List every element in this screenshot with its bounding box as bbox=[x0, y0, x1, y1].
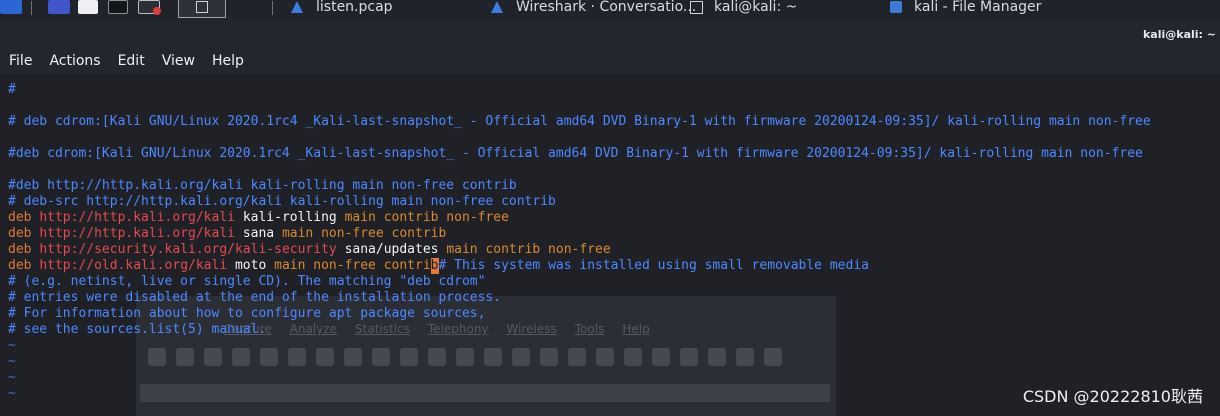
menu-actions[interactable]: Actions bbox=[49, 53, 100, 69]
repo-components: main contrib non-free bbox=[344, 210, 509, 225]
window-titlebar[interactable]: kali@kali: ~ bbox=[0, 18, 1220, 48]
active-workspace-button[interactable] bbox=[178, 0, 226, 18]
repo-suite: kali-rolling bbox=[242, 210, 337, 225]
repo-components: main non-free contri bbox=[274, 258, 431, 273]
repo-url: http://security.kali.org/kali-security bbox=[39, 242, 337, 257]
terminal-line: deb http://http.kali.org/kali sana main … bbox=[8, 226, 446, 242]
terminal-line: deb http://http.kali.org/kali kali-rolli… bbox=[8, 210, 509, 226]
menu-view[interactable]: View bbox=[162, 53, 195, 69]
terminal-content[interactable]: # # deb cdrom:[Kali GNU/Linux 2020.1rc4 … bbox=[0, 74, 1220, 416]
task-file-manager[interactable]: kali - File Manager bbox=[890, 0, 1041, 16]
taskbar-separator bbox=[31, 1, 32, 15]
kali-menu-icon[interactable] bbox=[0, 0, 22, 14]
repo-components: main contrib non-free bbox=[446, 242, 611, 257]
terminal-line: # bbox=[8, 82, 16, 97]
terminal-line: # see the sources.list(5) manual. bbox=[8, 322, 267, 337]
window-title: kali@kali: ~ bbox=[1142, 28, 1216, 41]
terminal-icon bbox=[690, 0, 703, 14]
repo-components: main non-free contrib bbox=[281, 226, 447, 241]
repo-url: http://http.kali.org/kali bbox=[39, 210, 235, 225]
task-terminal[interactable]: kali@kali: ~ bbox=[690, 0, 797, 16]
home-folder-icon bbox=[890, 1, 902, 13]
terminal-line: deb http://old.kali.org/kali moto main n… bbox=[8, 258, 869, 274]
task-label: kali@kali: ~ bbox=[714, 0, 798, 15]
terminal-line: # deb cdrom:[Kali GNU/Linux 2020.1rc4 _K… bbox=[8, 114, 1151, 129]
task-wireshark-conversations[interactable]: Wireshark · Conversatio... bbox=[490, 0, 696, 16]
taskbar-separator bbox=[272, 1, 273, 15]
terminal-line: # entries were disabled at the end of th… bbox=[8, 290, 502, 305]
terminal-launcher-icon[interactable] bbox=[108, 0, 128, 14]
inline-comment: # This system was installed using small … bbox=[438, 258, 869, 273]
repo-suite: moto bbox=[234, 258, 267, 273]
terminal-line: # For information about how to configure… bbox=[8, 306, 486, 321]
deb-keyword: deb bbox=[8, 242, 32, 257]
repo-url: http://old.kali.org/kali bbox=[39, 258, 228, 273]
empty-line-tilde: ~ bbox=[8, 386, 16, 401]
wireshark-fin-icon bbox=[290, 0, 304, 14]
empty-line-tilde: ~ bbox=[8, 370, 16, 385]
repo-suite: sana/updates bbox=[344, 242, 439, 257]
task-label: Wireshark · Conversatio... bbox=[516, 0, 697, 15]
deb-keyword: deb bbox=[8, 226, 32, 241]
menu-help[interactable]: Help bbox=[212, 53, 244, 69]
task-label: listen.pcap bbox=[316, 0, 393, 15]
watermark: CSDN @20222810耿茜 bbox=[1022, 387, 1203, 406]
deb-keyword: deb bbox=[8, 258, 32, 273]
workspace-icon[interactable] bbox=[48, 0, 70, 14]
text-cursor: b bbox=[430, 258, 439, 274]
empty-line-tilde: ~ bbox=[8, 354, 16, 369]
terminal-line: #deb http://http.kali.org/kali kali-roll… bbox=[8, 178, 517, 193]
menu-bar: File Actions Edit View Help bbox=[0, 48, 1220, 74]
wireshark-fin-icon bbox=[490, 0, 504, 14]
menu-edit[interactable]: Edit bbox=[118, 53, 145, 69]
screen-recorder-icon[interactable] bbox=[138, 0, 161, 15]
terminal-line: deb http://security.kali.org/kali-securi… bbox=[8, 242, 611, 258]
task-label: kali - File Manager bbox=[914, 0, 1042, 15]
terminal-line: # (e.g. netinst, live or single CD). The… bbox=[8, 274, 486, 289]
deb-keyword: deb bbox=[8, 210, 32, 225]
menu-file[interactable]: File bbox=[9, 53, 32, 69]
repo-suite: sana bbox=[242, 226, 275, 241]
empty-line-tilde: ~ bbox=[8, 338, 16, 353]
taskbar: listen.pcap Wireshark · Conversatio... k… bbox=[0, 0, 1220, 19]
task-listen-pcap[interactable]: listen.pcap bbox=[290, 0, 393, 16]
file-icon[interactable] bbox=[78, 0, 98, 14]
repo-url: http://http.kali.org/kali bbox=[39, 226, 235, 241]
terminal-line: # deb-src http://http.kali.org/kali kali… bbox=[8, 194, 556, 209]
terminal-line: #deb cdrom:[Kali GNU/Linux 2020.1rc4 _Ka… bbox=[8, 146, 1143, 161]
